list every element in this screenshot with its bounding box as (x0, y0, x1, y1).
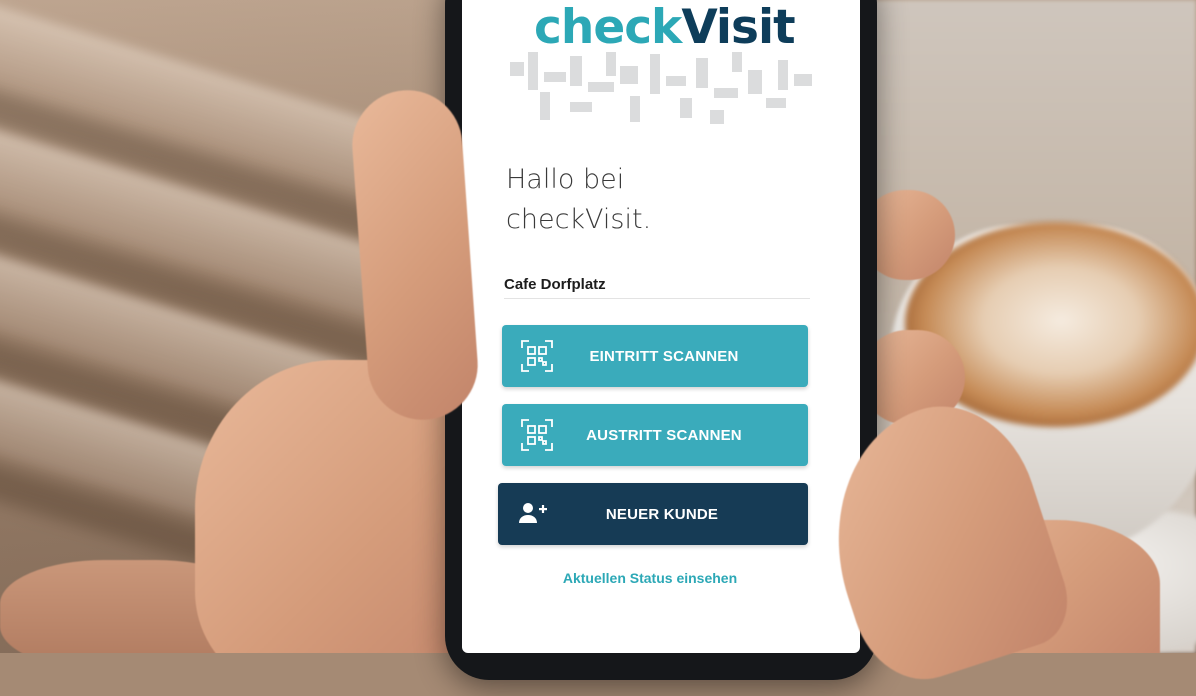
brand-logo-part2: Visit (681, 0, 795, 55)
new-customer-button[interactable]: NEUER KUNDE (498, 483, 808, 545)
entry-scan-button[interactable]: EINTRITT SCANNEN (502, 325, 808, 387)
exit-scan-button[interactable]: AUSTRITT SCANNEN (502, 404, 808, 466)
qr-scan-icon (521, 340, 553, 372)
divider (504, 298, 810, 299)
app-screen: checkVisit Hallo bei checkVisit. Cafe Do… (462, 0, 860, 653)
venue-name: Cafe Dorfplatz (504, 276, 606, 293)
add-user-icon (519, 503, 547, 523)
greeting-text: Hallo bei checkVisit. (506, 160, 826, 240)
status-link[interactable]: Aktuellen Status einsehen (502, 570, 798, 586)
qr-scan-icon (521, 419, 553, 451)
brand-logo-part1: check (534, 0, 682, 55)
faded-qr-graphic (510, 52, 818, 130)
brand-logo: checkVisit (534, 0, 796, 58)
greeting-line-2: checkVisit. (506, 204, 652, 235)
greeting-line-1: Hallo bei (506, 164, 625, 195)
left-thumb (348, 86, 482, 424)
